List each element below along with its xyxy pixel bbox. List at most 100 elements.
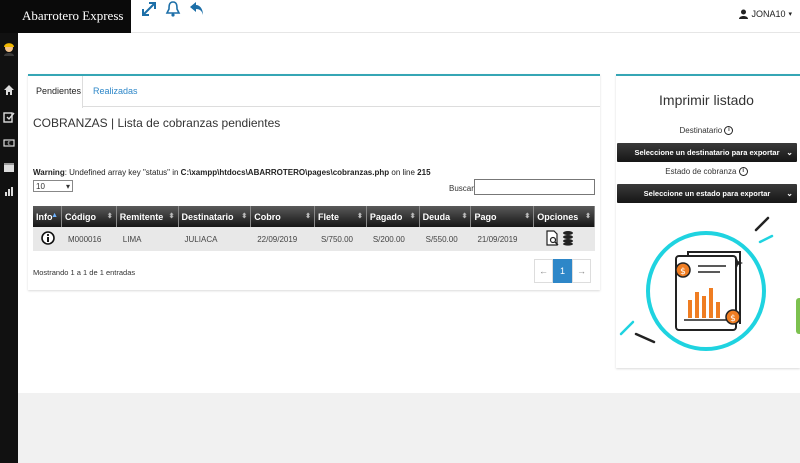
user-menu[interactable]: JONA10 ▾ bbox=[739, 9, 792, 19]
bell-icon[interactable] bbox=[164, 0, 182, 18]
info-cell[interactable] bbox=[33, 227, 62, 251]
col-flete[interactable]: Flete ⬍ bbox=[314, 206, 367, 227]
cell-destinatario: JULIACA bbox=[178, 227, 252, 251]
table-header-row: Info ▲ Código ⬍ Remitente ⬍ Destinatario ⬍ C… bbox=[33, 206, 595, 227]
user-name: JONA10 bbox=[751, 9, 786, 19]
svg-text:$: $ bbox=[730, 314, 736, 324]
report-illustration: $ $ bbox=[619, 216, 774, 351]
top-navbar: JONA10 ▾ bbox=[131, 0, 800, 33]
search-label: Buscar: bbox=[449, 184, 477, 193]
table-info: Mostrando 1 a 1 de 1 entradas bbox=[33, 268, 136, 277]
sidebar-item-calendar[interactable] bbox=[0, 158, 18, 176]
destinatario-label: Destinatario i bbox=[616, 126, 797, 136]
cell-deuda: S/550.00 bbox=[419, 227, 472, 251]
coins-stack-icon[interactable] bbox=[562, 230, 574, 246]
col-remitente[interactable]: Remitente ⬍ bbox=[116, 206, 179, 227]
warning-text: : Undefined array key "status" in bbox=[64, 168, 181, 177]
sort-asc-icon: ▲ bbox=[51, 212, 58, 219]
estado-select[interactable]: Seleccione un estado para exportar ⌄ bbox=[617, 184, 797, 203]
next-page-button[interactable]: → bbox=[572, 259, 591, 283]
expand-icon[interactable] bbox=[140, 0, 158, 18]
cell-remitente: LIMA bbox=[116, 227, 179, 251]
col-header-label: Cobro bbox=[254, 211, 281, 222]
warning-text-line: on line bbox=[389, 168, 418, 177]
chevron-down-icon: ▾ bbox=[65, 182, 70, 191]
col-header-label: Opciones bbox=[537, 211, 579, 222]
print-panel-title: Imprimir listado bbox=[659, 92, 754, 108]
app-brand[interactable]: Abarrotero Express bbox=[0, 0, 131, 33]
info-icon[interactable]: i bbox=[724, 126, 734, 136]
col-pago[interactable]: Pago ⬍ bbox=[470, 206, 535, 227]
col-header-label: Pagado bbox=[369, 211, 403, 222]
page-length-value: 10 bbox=[36, 182, 45, 191]
sort-icon: ⬍ bbox=[585, 213, 591, 220]
col-info[interactable]: Info ▲ bbox=[33, 206, 62, 227]
sidebar-item-tasks[interactable] bbox=[0, 108, 18, 126]
document-search-icon[interactable] bbox=[546, 230, 560, 246]
prev-page-button[interactable]: ← bbox=[534, 259, 553, 283]
cell-flete: S/750.00 bbox=[314, 227, 367, 251]
warning-line: 215 bbox=[417, 168, 431, 177]
col-destinatario[interactable]: Destinatario ⬍ bbox=[178, 206, 252, 227]
col-header-label: Info bbox=[36, 211, 53, 222]
destinatario-select-value: Seleccione un destinatario para exportar bbox=[634, 148, 780, 157]
sort-icon: ⬍ bbox=[305, 213, 311, 220]
page-length-select[interactable]: 10 ▾ bbox=[33, 180, 73, 192]
destinatario-label-text: Destinatario bbox=[679, 126, 723, 135]
info-icon[interactable]: i bbox=[738, 167, 748, 177]
reply-icon[interactable] bbox=[188, 0, 206, 18]
tab-realizadas[interactable]: Realizadas bbox=[85, 76, 146, 107]
sidebar-item-home[interactable] bbox=[0, 81, 18, 99]
page-1-button[interactable]: 1 bbox=[553, 259, 572, 283]
chevron-down-icon: ⌄ bbox=[786, 148, 793, 157]
col-deuda[interactable]: Deuda ⬍ bbox=[419, 206, 472, 227]
tab-pendientes[interactable]: Pendientes bbox=[28, 76, 83, 108]
tab-bar: Pendientes Realizadas bbox=[28, 76, 600, 108]
cell-codigo: M000016 bbox=[61, 227, 117, 251]
estado-select-value: Seleccione un estado para exportar bbox=[643, 189, 771, 198]
print-panel: Imprimir listado Destinatario i Seleccio… bbox=[616, 74, 800, 368]
calendar-icon bbox=[4, 163, 14, 172]
col-header-label: Flete bbox=[317, 211, 339, 222]
col-pagado[interactable]: Pagado ⬍ bbox=[366, 206, 420, 227]
table-row: M000016 LIMA JULIACA 22/09/2019 S/750.00… bbox=[33, 227, 595, 251]
estado-label: Estado de cobranza i bbox=[616, 167, 797, 177]
warning-label: Warning bbox=[33, 168, 65, 177]
money-icon: € bbox=[3, 139, 15, 147]
info-circle-icon[interactable] bbox=[41, 231, 55, 245]
col-header-label: Destinatario bbox=[181, 211, 234, 222]
col-opciones[interactable]: Opciones ⬍ bbox=[533, 206, 595, 227]
col-header-label: Remitente bbox=[119, 211, 164, 222]
svg-text:€: € bbox=[7, 141, 10, 147]
svg-text:$: $ bbox=[680, 267, 686, 277]
sidebar-item-money[interactable]: € bbox=[0, 134, 18, 152]
home-icon bbox=[4, 85, 14, 95]
sort-icon: ⬍ bbox=[524, 213, 531, 220]
sort-icon: ⬍ bbox=[168, 213, 175, 220]
sort-icon: ⬍ bbox=[241, 213, 248, 220]
col-cobro[interactable]: Cobro ⬍ bbox=[250, 206, 315, 227]
col-header-label: Deuda bbox=[422, 211, 451, 222]
estado-label-text: Estado de cobranza bbox=[665, 167, 737, 176]
col-codigo[interactable]: Código ⬍ bbox=[61, 206, 117, 227]
php-warning: Warning: Undefined array key "status" in… bbox=[33, 168, 431, 177]
destinatario-select[interactable]: Seleccione un destinatario para exportar… bbox=[617, 143, 797, 162]
cobranzas-panel: Pendientes Realizadas COBRANZAS | Lista … bbox=[28, 74, 600, 290]
col-header-label: Pago bbox=[474, 211, 497, 222]
sidebar: € bbox=[0, 33, 18, 463]
cell-pago: 21/09/2019 bbox=[470, 227, 535, 251]
side-help-tab[interactable] bbox=[796, 298, 800, 334]
user-avatar[interactable] bbox=[0, 39, 18, 57]
caret-down-icon: ▾ bbox=[788, 11, 792, 18]
sort-icon: ⬍ bbox=[356, 213, 363, 220]
sidebar-item-reports[interactable] bbox=[0, 182, 18, 200]
user-icon bbox=[739, 9, 749, 19]
page-title: COBRANZAS | Lista de cobranzas pendiente… bbox=[33, 116, 281, 130]
search-input[interactable] bbox=[474, 179, 595, 195]
cell-cobro: 22/09/2019 bbox=[250, 227, 315, 251]
col-header-label: Código bbox=[65, 211, 96, 222]
warning-path: C:\xampp\htdocs\ABARROTERO\pages\cobranz… bbox=[180, 168, 390, 177]
chevron-down-icon: ⌄ bbox=[786, 189, 793, 198]
pagination: ← 1 → bbox=[534, 259, 591, 283]
cell-pagado: S/200.00 bbox=[366, 227, 420, 251]
